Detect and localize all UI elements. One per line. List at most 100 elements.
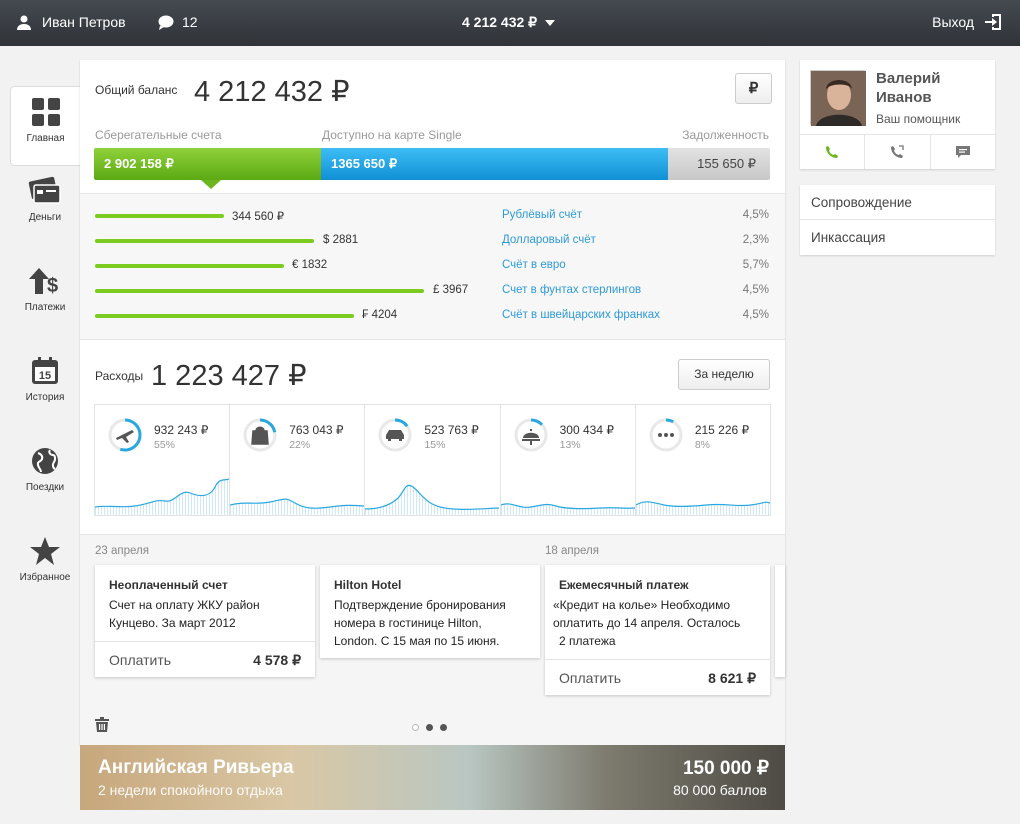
category-percent: 8% — [694, 439, 710, 451]
card-line: 2 платежа — [559, 634, 616, 648]
account-amount: $ 2881 — [323, 234, 359, 246]
phone-icon — [826, 146, 839, 158]
account-bar — [95, 289, 424, 293]
account-amount: ₣ 4204 — [362, 309, 398, 321]
nav-item-payments[interactable]: $ Платежи — [10, 266, 80, 346]
account-link[interactable]: Рублёвый счёт — [502, 209, 582, 221]
account-row: $ 2881 Долларовый счёт 2,3% — [80, 232, 785, 252]
account-link[interactable]: Счёт в швейцарских франках — [502, 309, 660, 321]
pay-button[interactable]: Оплатить — [559, 670, 621, 686]
nav-item-favorites[interactable]: Избранное — [10, 536, 80, 616]
event-card[interactable]: Ежемесячный платеж «Кредит на колье» Нео… — [545, 565, 770, 695]
promo-banner[interactable]: Английская Ривьера 2 недели спокойного о… — [80, 745, 785, 810]
account-rate: 4,5% — [742, 309, 769, 321]
top-balance-value: 4 212 432 ₽ — [462, 14, 538, 30]
nav-item-home[interactable]: Главная — [10, 86, 80, 166]
transfer-icon: $ — [29, 268, 58, 296]
event-card[interactable]: Hilton Hotel Подтверждение бронирования … — [320, 565, 540, 658]
pagination-dot[interactable] — [412, 724, 419, 731]
logout-button[interactable]: Выход — [932, 13, 1002, 31]
nav-label: Поездки — [25, 482, 65, 493]
card-title: Ежемесячный платеж — [559, 578, 689, 592]
card-segment[interactable]: 1365 650 ₽ — [321, 148, 668, 180]
card-line: оплатить до 14 апреля. Осталось — [553, 616, 741, 630]
expense-tile[interactable]: 523 763 ₽ 15% — [365, 405, 501, 515]
nav-label: Платежи — [24, 302, 66, 313]
card-body: Подтверждение бронирования номера в гост… — [334, 596, 506, 650]
progress-ring — [514, 418, 548, 452]
service-item[interactable]: Сопровождение — [800, 185, 995, 220]
balance-dropdown[interactable]: 4 212 432 ₽ — [462, 14, 556, 31]
debt-segment[interactable]: 155 650 ₽ — [668, 148, 770, 180]
promo-price: 150 000 ₽ — [682, 758, 769, 779]
card-line: «Кредит на колье» Необходимо — [553, 598, 731, 612]
category-amount: 932 243 ₽ — [154, 423, 209, 437]
category-percent: 22% — [289, 439, 311, 451]
events-feed: 23 апреля 18 апреля Неоплаченный счет Сч… — [80, 535, 785, 745]
event-card[interactable]: Неоплаченный счет Счет на оплату ЖКУ рай… — [95, 565, 315, 677]
card-line: Подтверждение бронирования — [334, 598, 506, 612]
category-percent: 55% — [154, 439, 176, 451]
expense-tile[interactable]: 300 434 ₽ 13% — [500, 405, 636, 515]
account-amount: 344 560 ₽ — [232, 211, 285, 223]
user-menu[interactable]: Иван Петров — [16, 14, 126, 30]
svg-text:$: $ — [47, 275, 58, 296]
assistant-name: Валерий Иванов — [876, 69, 940, 107]
account-bar — [95, 239, 314, 243]
call-button[interactable] — [800, 135, 866, 169]
account-rate: 4,5% — [742, 209, 769, 221]
expense-tile[interactable]: 763 043 ₽ 22% — [230, 405, 366, 515]
globe-icon — [32, 448, 58, 474]
currency-button[interactable]: ₽ — [735, 73, 772, 104]
expenses-label: Расходы — [95, 369, 144, 383]
nav-item-trips[interactable]: Поездки — [10, 446, 80, 526]
account-amount: € 1832 — [292, 259, 328, 271]
account-rate: 5,7% — [742, 259, 769, 271]
period-button[interactable]: За неделю — [678, 359, 770, 390]
top-bar: Иван Петров 12 4 212 432 ₽ Выход — [0, 0, 1020, 46]
assistant-actions — [800, 134, 995, 169]
card-body: Счет на оплату ЖКУ район Кунцево. За мар… — [109, 596, 260, 632]
spending-sparkline — [635, 501, 770, 515]
nav-item-money[interactable]: Деньги — [10, 176, 80, 256]
chat-button[interactable] — [931, 135, 995, 169]
avatar — [810, 70, 866, 126]
user-name: Иван Петров — [42, 14, 126, 30]
account-row: 344 560 ₽ Рублёвый счёт 4,5% — [80, 207, 785, 227]
savings-segment[interactable]: 2 902 158 ₽ — [94, 148, 321, 180]
expense-tile[interactable]: 215 226 ₽ 8% — [635, 405, 770, 515]
card-line: Счет на оплату ЖКУ район — [109, 598, 260, 612]
account-amount: £ 3967 — [433, 284, 469, 296]
service-item[interactable]: Инкассация — [800, 220, 995, 255]
shopping-bag-icon — [251, 426, 270, 445]
category-amount: 215 226 ₽ — [694, 423, 750, 437]
trash-icon[interactable] — [95, 717, 109, 732]
event-card-next[interactable] — [775, 565, 785, 677]
pagination-dot[interactable] — [440, 724, 447, 731]
account-row: € 1832 Счёт в евро 5,7% — [80, 257, 785, 277]
progress-ring — [649, 418, 683, 452]
card-available-label: Доступно на карте Single — [322, 128, 462, 142]
callback-button[interactable] — [865, 135, 931, 169]
pagination-dot[interactable] — [426, 724, 433, 731]
more-icon — [657, 433, 674, 437]
feed-date: 23 апреля — [95, 545, 149, 557]
expense-tile[interactable]: 932 243 ₽ 55% — [95, 405, 231, 515]
phone-callback-icon — [891, 145, 905, 158]
account-link[interactable]: Счет в фунтах стерлингов — [502, 284, 641, 296]
card-footer: Оплатить 4 578 ₽ — [95, 641, 315, 677]
progress-ring — [243, 418, 277, 452]
messages-button[interactable]: 12 — [158, 14, 198, 30]
account-link[interactable]: Счёт в евро — [502, 259, 566, 271]
promo-title: Английская Ривьера — [98, 757, 294, 778]
account-link[interactable]: Долларовый счёт — [502, 234, 596, 246]
category-percent: 13% — [559, 439, 581, 451]
card-amount: 4 578 ₽ — [253, 652, 301, 668]
person-photo-icon — [811, 71, 866, 126]
spending-sparkline — [365, 484, 500, 515]
card-line: London. С 15 мая по 15 июня. — [334, 634, 500, 648]
nav-item-history[interactable]: 15 История — [10, 356, 80, 436]
grid-icon — [31, 98, 60, 126]
card-line: номера в гостинице Hilton, — [334, 616, 482, 630]
pay-button[interactable]: Оплатить — [109, 652, 171, 668]
